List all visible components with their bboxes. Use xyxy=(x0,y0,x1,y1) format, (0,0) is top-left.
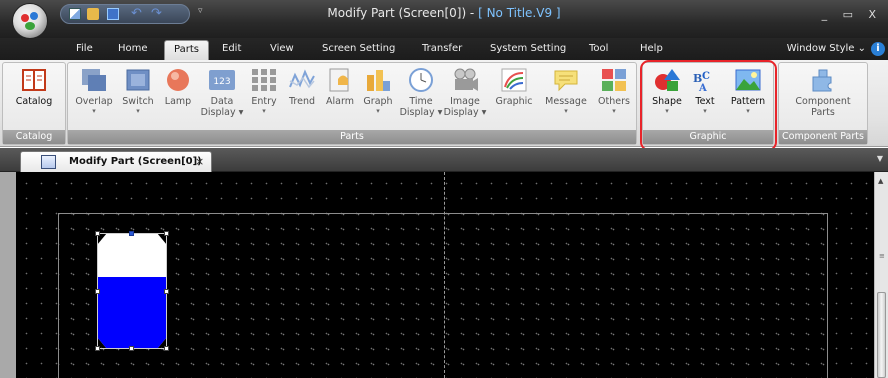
tab-tool[interactable]: Tool xyxy=(589,43,608,54)
screen-document-icon xyxy=(41,155,56,169)
entry-keypad-icon xyxy=(252,69,276,91)
tab-modify-part[interactable]: Modify Part (Screen[0]) × xyxy=(20,151,212,172)
resize-handle-bottom-left[interactable] xyxy=(95,346,100,351)
tab-parts[interactable]: Parts xyxy=(164,40,209,60)
help-icon[interactable]: i xyxy=(871,42,885,56)
svg-text:C: C xyxy=(702,71,710,82)
catalog-button[interactable]: Catalog xyxy=(3,67,65,107)
window-controls[interactable]: _ ▭ X xyxy=(822,8,882,21)
component-parts-button[interactable]: Component Parts xyxy=(779,67,867,118)
trend-button[interactable]: Trend xyxy=(284,67,320,107)
scroll-thumb[interactable] xyxy=(877,292,886,378)
resize-handle-left[interactable] xyxy=(95,289,100,294)
tab-edit[interactable]: Edit xyxy=(222,43,241,54)
clock-icon xyxy=(409,68,433,92)
resize-handle-top-right[interactable] xyxy=(164,231,169,236)
camera-icon xyxy=(454,68,478,91)
catalog-group-label: Catalog xyxy=(3,130,65,144)
window-style-menu[interactable]: Window Style ⌄ xyxy=(787,43,866,54)
lamp-icon xyxy=(167,69,189,91)
component-parts-group-label: Component Parts xyxy=(779,130,867,144)
catalog-group: Catalog Catalog xyxy=(2,62,66,145)
ribbon-tabs: File Home Parts Edit View Screen Setting… xyxy=(0,38,888,60)
puzzle-icon xyxy=(812,69,832,92)
graphic-group-label: Graphic xyxy=(643,130,773,144)
text-abc-icon: B C A xyxy=(693,71,710,93)
text-button[interactable]: B C A Text ▾ xyxy=(689,67,721,115)
trend-icon xyxy=(289,69,315,89)
tab-view[interactable]: View xyxy=(270,43,294,54)
orb-logo-icon xyxy=(21,14,29,22)
canvas-left-margin xyxy=(0,172,16,378)
document-tab-strip: Modify Part (Screen[0]) × ▼ xyxy=(0,148,888,172)
graphic-icon xyxy=(501,68,527,92)
tab-transfer[interactable]: Transfer xyxy=(422,43,462,54)
svg-text:A: A xyxy=(698,83,707,93)
application-menu-button[interactable] xyxy=(12,3,48,39)
catalog-book-icon xyxy=(22,69,46,91)
message-button[interactable]: Message ▾ xyxy=(540,67,592,115)
entry-button[interactable]: Entry ▾ xyxy=(246,67,282,115)
tab-system-setting[interactable]: System Setting xyxy=(490,43,566,54)
others-icon xyxy=(602,69,626,91)
ribbon: Catalog Catalog Overlap ▾ Switch ▾ Lamp xyxy=(0,60,888,147)
graph-button[interactable]: Graph ▾ xyxy=(360,67,396,115)
graph-icon xyxy=(367,70,390,91)
scroll-up-icon[interactable]: ▲ xyxy=(878,177,883,185)
lamp-button[interactable]: Lamp xyxy=(160,67,196,107)
tab-home[interactable]: Home xyxy=(118,43,148,54)
data-display-icon: 123 xyxy=(209,70,235,90)
alarm-button[interactable]: Alarm xyxy=(322,67,358,107)
scroll-grip-icon: ≡ xyxy=(879,252,885,260)
time-display-button[interactable]: Time Display ▾ xyxy=(398,67,444,118)
graphic-group: Shape ▾ B C A Text ▾ Pattern ▾ Graphic xyxy=(642,62,774,145)
parts-group: Overlap ▾ Switch ▾ Lamp 123 Data Display… xyxy=(67,62,637,145)
resize-handle-right[interactable] xyxy=(164,289,169,294)
resize-handle-top[interactable] xyxy=(129,231,134,236)
shape-button[interactable]: Shape ▾ xyxy=(647,67,687,115)
resize-handle-bottom[interactable] xyxy=(129,346,134,351)
pattern-picture-icon xyxy=(735,69,761,91)
tab-screen-setting[interactable]: Screen Setting xyxy=(322,43,395,54)
vertical-scrollbar[interactable]: ▲ ≡ xyxy=(874,172,888,378)
pattern-button[interactable]: Pattern ▾ xyxy=(725,67,771,115)
others-button[interactable]: Others ▾ xyxy=(594,67,634,115)
selected-tank-part[interactable] xyxy=(97,233,167,349)
resize-handle-bottom-right[interactable] xyxy=(164,346,169,351)
svg-text:123: 123 xyxy=(213,77,230,87)
resize-handle-top-left[interactable] xyxy=(95,231,100,236)
tab-file[interactable]: File xyxy=(76,43,93,54)
center-guide-line xyxy=(444,172,445,378)
graphic-button[interactable]: Graphic xyxy=(490,67,538,107)
data-display-button[interactable]: 123 Data Display ▾ xyxy=(200,67,244,118)
tank-graphic xyxy=(97,233,167,349)
overlap-button[interactable]: Overlap ▾ xyxy=(74,67,114,115)
overlap-icon xyxy=(82,69,106,91)
component-parts-group: Component Parts Component Parts xyxy=(778,62,868,145)
screen-boundary xyxy=(58,213,828,378)
title-bar: ↶ ↷ ▿ Modify Part (Screen[0]) - [ No Tit… xyxy=(0,0,888,39)
message-bubble-icon xyxy=(554,70,578,92)
window-title: Modify Part (Screen[0]) - [ No Title.V9 … xyxy=(327,6,561,20)
tab-list-arrow-icon[interactable]: ▼ xyxy=(877,154,883,163)
image-display-button[interactable]: Image Display ▾ xyxy=(442,67,488,118)
switch-icon xyxy=(126,69,150,91)
tab-help[interactable]: Help xyxy=(640,43,663,54)
alarm-icon xyxy=(329,68,349,92)
switch-button[interactable]: Switch ▾ xyxy=(118,67,158,115)
shape-icon xyxy=(655,69,680,91)
close-tab-icon[interactable]: × xyxy=(195,155,204,168)
parts-group-label: Parts xyxy=(68,130,636,144)
